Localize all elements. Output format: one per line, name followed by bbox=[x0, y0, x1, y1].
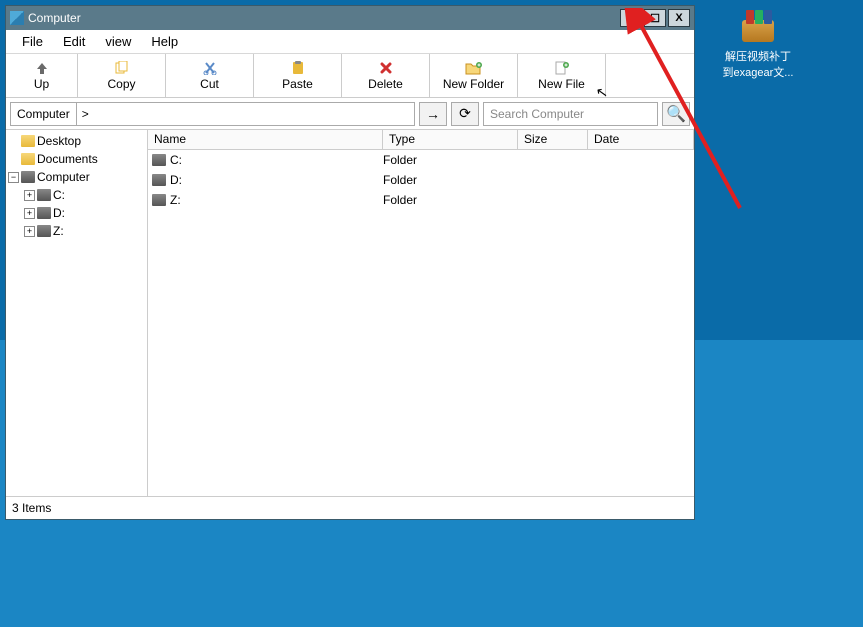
maximize-button[interactable]: ☐ bbox=[644, 9, 666, 27]
titlebar[interactable]: Computer _ ☐ X bbox=[6, 6, 694, 30]
menu-edit[interactable]: Edit bbox=[53, 32, 95, 51]
file-manager-window: Computer _ ☐ X File Edit view Help Up Co… bbox=[5, 5, 695, 520]
computer-icon bbox=[21, 171, 35, 183]
up-button[interactable]: Up bbox=[6, 54, 78, 97]
list-row[interactable]: C: Folder bbox=[148, 150, 694, 170]
search-button[interactable]: 🔍 bbox=[662, 102, 690, 126]
status-bar: 3 Items bbox=[6, 497, 694, 519]
list-row[interactable]: Z: Folder bbox=[148, 190, 694, 210]
breadcrumb-chevron-icon[interactable]: > bbox=[76, 103, 94, 125]
close-button[interactable]: X bbox=[668, 9, 690, 27]
tree-item-desktop[interactable]: Desktop bbox=[8, 132, 145, 150]
folder-tree: Desktop Documents −Computer +C: +D: +Z: bbox=[6, 130, 148, 496]
toolbar: Up Copy Cut Paste Delete New Folder New … bbox=[6, 54, 694, 98]
expand-icon[interactable]: + bbox=[24, 226, 35, 237]
menu-help[interactable]: Help bbox=[141, 32, 188, 51]
list-row[interactable]: D: Folder bbox=[148, 170, 694, 190]
new-folder-icon bbox=[465, 60, 483, 76]
refresh-button[interactable]: ⟳ bbox=[451, 102, 479, 126]
paste-icon bbox=[289, 60, 307, 76]
drive-icon bbox=[152, 154, 166, 166]
header-date[interactable]: Date bbox=[588, 130, 694, 149]
header-size[interactable]: Size bbox=[518, 130, 588, 149]
folder-icon bbox=[21, 153, 35, 165]
desktop-shortcut[interactable]: 解压视频补丁 到exagear文... bbox=[718, 10, 798, 80]
expand-icon[interactable]: + bbox=[24, 190, 35, 201]
copy-icon bbox=[113, 60, 131, 76]
new-file-icon bbox=[553, 60, 571, 76]
delete-button[interactable]: Delete bbox=[342, 54, 430, 97]
tree-item-drive-d[interactable]: +D: bbox=[8, 204, 145, 222]
menubar: File Edit view Help bbox=[6, 30, 694, 54]
addressbar: Computer > → ⟳ Search Computer 🔍 bbox=[6, 98, 694, 130]
drive-icon bbox=[152, 194, 166, 206]
delete-icon bbox=[377, 60, 395, 76]
up-arrow-icon bbox=[33, 60, 51, 76]
cut-button[interactable]: Cut bbox=[166, 54, 254, 97]
collapse-icon[interactable]: − bbox=[8, 172, 19, 183]
shortcut-label: 解压视频补丁 到exagear文... bbox=[718, 48, 798, 80]
tree-item-documents[interactable]: Documents bbox=[8, 150, 145, 168]
header-type[interactable]: Type bbox=[383, 130, 518, 149]
menu-file[interactable]: File bbox=[12, 32, 53, 51]
expand-icon[interactable]: + bbox=[24, 208, 35, 219]
tree-item-computer[interactable]: −Computer bbox=[8, 168, 145, 186]
minimize-button[interactable]: _ bbox=[620, 9, 642, 27]
search-icon: 🔍 bbox=[666, 104, 686, 124]
list-header: Name Type Size Date bbox=[148, 130, 694, 150]
item-count: 3 Items bbox=[12, 501, 51, 515]
go-button[interactable]: → bbox=[419, 102, 447, 126]
tree-item-drive-c[interactable]: +C: bbox=[8, 186, 145, 204]
copy-button[interactable]: Copy bbox=[78, 54, 166, 97]
app-icon bbox=[10, 11, 24, 25]
cut-icon bbox=[201, 60, 219, 76]
window-title: Computer bbox=[28, 11, 81, 25]
paste-button[interactable]: Paste bbox=[254, 54, 342, 97]
new-folder-button[interactable]: New Folder bbox=[430, 54, 518, 97]
header-name[interactable]: Name bbox=[148, 130, 383, 149]
drive-icon bbox=[37, 225, 51, 237]
drive-icon bbox=[152, 174, 166, 186]
address-input[interactable]: Computer > bbox=[10, 102, 415, 126]
file-list: Name Type Size Date C: Folder D: Folder bbox=[148, 130, 694, 496]
content-area: Desktop Documents −Computer +C: +D: + Z: … bbox=[6, 130, 694, 497]
list-body[interactable]: C: Folder D: Folder Z: Folder bbox=[148, 150, 694, 496]
archive-icon bbox=[738, 10, 778, 44]
drive-icon bbox=[37, 207, 51, 219]
new-file-button[interactable]: New File bbox=[518, 54, 606, 97]
menu-view[interactable]: view bbox=[95, 32, 141, 51]
tree-item-drive-z[interactable]: +Z: bbox=[8, 222, 145, 240]
search-input[interactable]: Search Computer bbox=[483, 102, 658, 126]
folder-icon bbox=[21, 135, 35, 147]
drive-icon bbox=[37, 189, 51, 201]
